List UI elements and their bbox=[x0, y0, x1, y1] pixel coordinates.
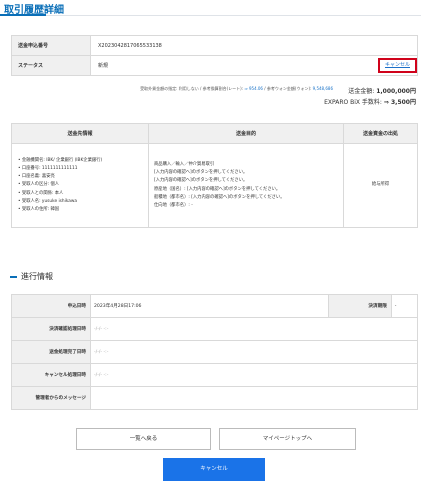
purpose-header: 送金目的 bbox=[148, 123, 344, 144]
status-label: ステータス bbox=[11, 55, 91, 76]
cancel-link[interactable]: キャンセル bbox=[378, 58, 417, 73]
application-id-label: 送金申込番号 bbox=[11, 35, 91, 56]
section-bar bbox=[10, 275, 17, 278]
cancel-button[interactable]: キャンセル bbox=[163, 458, 265, 481]
purpose-line: 船積地（都市名）: [入力内容の確認へ]のボタンを押してください。 bbox=[154, 194, 285, 200]
message-value bbox=[90, 386, 418, 410]
deadline-label: 決済期限 bbox=[327, 294, 392, 318]
purpose-line: [入力内容の確認へ]のボタンを押してください。 bbox=[154, 170, 248, 176]
deadline-value: - bbox=[390, 294, 419, 318]
list-item: 受取人の住所: 韓国 bbox=[18, 206, 148, 214]
amount-value: 1,000,000円 bbox=[376, 88, 416, 95]
purpose-info: 商品購入／輸入／仲介貿易取引 [入力内容の確認へ]のボタンを押してください。 [… bbox=[148, 143, 344, 228]
summary-table: 送金申込番号 X2023042817065533138 ステータス 新規 bbox=[11, 35, 418, 76]
list-item: 受取人名: yusuke ishikawa bbox=[18, 198, 148, 206]
fee-amount: EXPARO BiX 手数料: ⇒ 3,500円 bbox=[324, 97, 416, 106]
purpose-line: 仕向地（都市名）: - bbox=[154, 202, 193, 208]
cancel-value: -/-/- -:- bbox=[90, 363, 418, 387]
progress-table: 申込日時 2023年4月28日17:06 決済期限 - 決済確認処理日時 -/-… bbox=[11, 294, 419, 410]
list-item: 受取人の区分: 個人 bbox=[18, 181, 148, 189]
won-amount: 9,548,686 bbox=[312, 86, 333, 91]
purpose-line: 原産地（国名）: [入力内容の確認へ]のボタンを押してください。 bbox=[154, 186, 281, 192]
rate-info: 受取外貨金額の指定: 利用しない / 参考換算割合(レート): ⇒ 954.06… bbox=[140, 86, 333, 92]
status-value: 新規 bbox=[90, 55, 418, 76]
rate-prefix: 受取外貨金額の指定: 利用しない / 参考換算割合(レート): bbox=[140, 86, 244, 91]
title-divider bbox=[0, 15, 421, 16]
back-to-list-button[interactable]: 一覧へ戻る bbox=[76, 428, 211, 450]
amount-label: 送金金額: bbox=[348, 88, 375, 95]
progress-title-text: 進行情報 bbox=[21, 272, 53, 281]
applied-label: 申込日時 bbox=[11, 294, 91, 318]
transfer-amount: 送金金額: 1,000,000円 bbox=[348, 86, 416, 95]
title-accent-bar bbox=[0, 14, 46, 16]
exchange-rate: ⇒ 954.06 bbox=[244, 86, 263, 91]
recipient-info: 金融機関名: IBK/ 企業銀行 (IBK企業銀行) 口座番号: 1111111… bbox=[11, 143, 149, 228]
message-label: 管理者からのメッセージ bbox=[11, 386, 91, 410]
purpose-line: 商品購入／輸入／仲介貿易取引 bbox=[154, 161, 215, 167]
source-header: 送金資金の出処 bbox=[343, 123, 418, 144]
progress-section-title: 進行情報 bbox=[10, 271, 53, 282]
fee-value: ⇒ 3,500円 bbox=[383, 99, 416, 106]
fee-label: EXPARO BiX 手数料: bbox=[324, 99, 382, 106]
list-item: 金融機関名: IBK/ 企業銀行 (IBK企業銀行) bbox=[18, 157, 148, 165]
sent-label: 送金処理完了日時 bbox=[11, 340, 91, 364]
sent-value: -/-/- -:- bbox=[90, 340, 418, 364]
confirm-label: 決済確認処理日時 bbox=[11, 317, 91, 341]
recipient-header: 送金先情報 bbox=[11, 123, 149, 144]
cancel-label: キャンセル処理日時 bbox=[11, 363, 91, 387]
list-item: 口座名義: 喜安亮 bbox=[18, 173, 148, 181]
list-item: 口座番号: 1111111111111 bbox=[18, 165, 148, 173]
list-item: 受取人との関係: 本人 bbox=[18, 190, 148, 198]
detail-table: 送金先情報 送金目的 送金資金の出処 金融機関名: IBK/ 企業銀行 (IBK… bbox=[11, 123, 418, 228]
purpose-line: [入力内容の確認へ]のボタンを押してください。 bbox=[154, 178, 248, 184]
mypage-top-button[interactable]: マイページトップへ bbox=[219, 428, 356, 450]
confirm-value: -/-/- -:- bbox=[90, 317, 418, 341]
applied-value: 2023年4月28日17:06 bbox=[90, 294, 329, 318]
application-id-value: X2023042817065533138 bbox=[90, 35, 418, 56]
fund-source: 給与所得 bbox=[343, 143, 418, 228]
rate-middle: / 参考ウォン金額(ウォン): bbox=[264, 86, 312, 91]
